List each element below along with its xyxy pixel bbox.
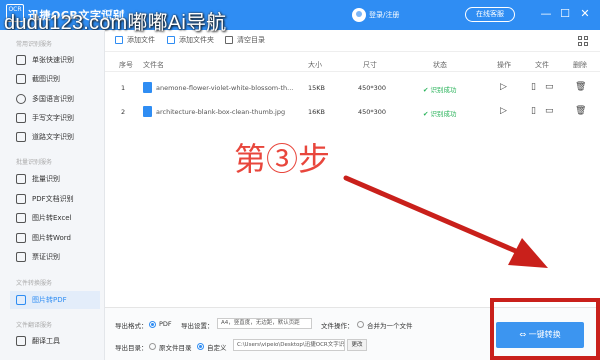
export-settings-select[interactable]: A4，竖直度，无边距，默认页距 xyxy=(217,318,312,329)
merge-radio[interactable] xyxy=(357,321,364,328)
custom-dir-label: 自定义 xyxy=(207,344,227,352)
format-pdf-radio[interactable] xyxy=(149,321,156,328)
format-label: 导出格式： xyxy=(115,322,148,330)
format-pdf-label: PDF xyxy=(159,320,172,328)
convert-icon: ⇔ xyxy=(519,330,529,339)
original-dir-radio[interactable] xyxy=(149,343,156,350)
dir-label: 导出目录： xyxy=(115,344,148,352)
export-path-field[interactable]: C:\Users\vipeio\Desktop\迅捷OCR文字识 xyxy=(233,339,345,351)
convert-label: 一键转换 xyxy=(528,330,561,339)
file-op-label: 文件操作： xyxy=(321,322,354,330)
merge-label: 合并为一个文件 xyxy=(367,322,413,330)
change-dir-button[interactable]: 更改 xyxy=(347,339,367,351)
custom-dir-radio[interactable] xyxy=(197,343,204,350)
settings-label: 导出设置： xyxy=(181,322,214,330)
convert-button[interactable]: ⇔ 一键转换 xyxy=(496,322,584,348)
original-dir-label: 原文件目录 xyxy=(159,344,192,352)
